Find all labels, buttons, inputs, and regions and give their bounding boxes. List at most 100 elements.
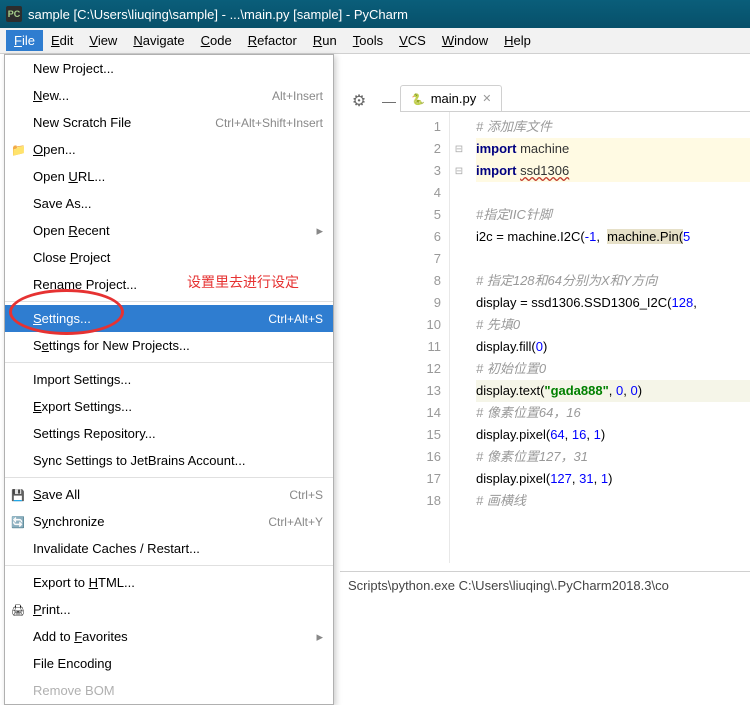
fold-marker (450, 336, 468, 358)
shortcut-text: Ctrl+Alt+Shift+Insert (215, 116, 323, 130)
code-line[interactable]: display.pixel(64, 16, 1) (476, 424, 750, 446)
code-area[interactable]: # 添加库文件import machineimport ssd1306 #指定I… (468, 112, 750, 563)
line-number: 2 (400, 138, 441, 160)
code-line[interactable]: # 像素位置64，16 (476, 402, 750, 424)
fold-column: ⊟⊟ (450, 112, 468, 563)
menu-item-label: Invalidate Caches / Restart... (33, 541, 323, 556)
menu-item-settings-for-new-projects[interactable]: Settings for New Projects... (5, 332, 333, 359)
code-line[interactable]: #指定IIC针脚 (476, 204, 750, 226)
fold-marker (450, 226, 468, 248)
line-number: 7 (400, 248, 441, 270)
menu-item-file-encoding[interactable]: File Encoding (5, 650, 333, 677)
fold-marker (450, 248, 468, 270)
line-number: 15 (400, 424, 441, 446)
fold-marker (450, 490, 468, 512)
menu-item-add-to-favorites[interactable]: Add to Favorites▸ (5, 623, 333, 650)
code-editor[interactable]: 123456789101112131415161718 ⊟⊟ # 添加库文件im… (400, 112, 750, 563)
menu-item-export-settings[interactable]: Export Settings... (5, 393, 333, 420)
menu-run[interactable]: Run (305, 30, 345, 51)
fold-marker (450, 116, 468, 138)
menu-item-sync-settings-to-jetbrains-account[interactable]: Sync Settings to JetBrains Account... (5, 447, 333, 474)
menu-item-label: Settings for New Projects... (33, 338, 323, 353)
menu-item-print[interactable]: Print... (5, 596, 333, 623)
gear-icon[interactable] (348, 90, 370, 112)
line-number: 10 (400, 314, 441, 336)
fold-marker[interactable]: ⊟ (450, 160, 468, 182)
code-line[interactable]: display.text("gada888", 0, 0) (476, 380, 750, 402)
menu-separator (5, 362, 333, 363)
menu-item-settings[interactable]: Settings...Ctrl+Alt+S (5, 305, 333, 332)
code-line[interactable]: import ssd1306 (476, 160, 750, 182)
fold-marker (450, 358, 468, 380)
line-number: 11 (400, 336, 441, 358)
code-line[interactable]: # 添加库文件 (476, 116, 750, 138)
window-titlebar: PC sample [C:\Users\liuqing\sample] - ..… (0, 0, 750, 28)
menu-item-new-project[interactable]: New Project... (5, 55, 333, 82)
menu-file[interactable]: File (6, 30, 43, 51)
fold-marker (450, 204, 468, 226)
menu-item-new[interactable]: New...Alt+Insert (5, 82, 333, 109)
menu-edit[interactable]: Edit (43, 30, 81, 51)
code-line[interactable]: # 像素位置127，31 (476, 446, 750, 468)
annotation-text: 设置里去进行设定 (187, 272, 299, 292)
code-line[interactable]: # 指定128和64分别为X和Y方向 (476, 270, 750, 292)
code-line[interactable]: display.pixel(127, 31, 1) (476, 468, 750, 490)
fold-marker (450, 182, 468, 204)
menu-item-invalidate-caches-restart[interactable]: Invalidate Caches / Restart... (5, 535, 333, 562)
tab-label: main.py (431, 91, 477, 106)
menu-window[interactable]: Window (434, 30, 496, 51)
line-numbers: 123456789101112131415161718 (400, 112, 450, 563)
fold-marker (450, 270, 468, 292)
menu-item-open[interactable]: Open... (5, 136, 333, 163)
shortcut-text: Ctrl+Alt+S (268, 312, 323, 326)
fold-marker (450, 380, 468, 402)
menu-item-label: Synchronize (33, 514, 268, 529)
code-line[interactable]: # 初始位置0 (476, 358, 750, 380)
editor-tab-bar: main.py ✕ (400, 84, 750, 112)
menu-item-save-as[interactable]: Save As... (5, 190, 333, 217)
menu-item-new-scratch-file[interactable]: New Scratch FileCtrl+Alt+Shift+Insert (5, 109, 333, 136)
line-number: 8 (400, 270, 441, 292)
code-line[interactable] (476, 182, 750, 204)
menu-item-open-recent[interactable]: Open Recent▸ (5, 217, 333, 244)
menu-navigate[interactable]: Navigate (125, 30, 192, 51)
menu-refactor[interactable]: Refactor (240, 30, 305, 51)
run-console[interactable]: Scripts\python.exe C:\Users\liuqing\.PyC… (340, 571, 750, 653)
file-menu-dropdown: New Project...New...Alt+InsertNew Scratc… (4, 54, 334, 705)
window-title: sample [C:\Users\liuqing\sample] - ...\m… (28, 7, 408, 22)
fold-marker (450, 402, 468, 424)
code-line[interactable]: import machine (476, 138, 750, 160)
code-line[interactable]: display.fill(0) (476, 336, 750, 358)
menu-item-import-settings[interactable]: Import Settings... (5, 366, 333, 393)
menu-item-save-all[interactable]: Save AllCtrl+S (5, 481, 333, 508)
code-line[interactable]: # 先填0 (476, 314, 750, 336)
line-number: 12 (400, 358, 441, 380)
line-number: 18 (400, 490, 441, 512)
menu-view[interactable]: View (81, 30, 125, 51)
menu-item-close-project[interactable]: Close Project (5, 244, 333, 271)
menu-vcs[interactable]: VCS (391, 30, 434, 51)
menu-help[interactable]: Help (496, 30, 539, 51)
menu-item-settings-repository[interactable]: Settings Repository... (5, 420, 333, 447)
menu-item-label: Import Settings... (33, 372, 323, 387)
menu-code[interactable]: Code (193, 30, 240, 51)
line-number: 6 (400, 226, 441, 248)
fold-marker[interactable]: ⊟ (450, 138, 468, 160)
menu-item-export-to-html[interactable]: Export to HTML... (5, 569, 333, 596)
editor-tab[interactable]: main.py ✕ (400, 85, 502, 111)
menu-item-label: Open Recent (33, 223, 316, 238)
menu-item-label: Print... (33, 602, 323, 617)
code-line[interactable]: # 画横线 (476, 490, 750, 512)
code-line[interactable] (476, 248, 750, 270)
menu-item-synchronize[interactable]: SynchronizeCtrl+Alt+Y (5, 508, 333, 535)
save-icon (11, 487, 27, 503)
folder-icon (11, 142, 27, 158)
close-icon[interactable]: ✕ (482, 92, 491, 105)
menu-item-label: Add to Favorites (33, 629, 316, 644)
menu-item-open-url[interactable]: Open URL... (5, 163, 333, 190)
code-line[interactable]: i2c = machine.I2C(-1, machine.Pin(5 (476, 226, 750, 248)
collapse-icon[interactable] (378, 90, 400, 112)
menu-item-label: Remove BOM (33, 683, 323, 698)
code-line[interactable]: display = ssd1306.SSD1306_I2C(128, (476, 292, 750, 314)
menu-tools[interactable]: Tools (345, 30, 391, 51)
